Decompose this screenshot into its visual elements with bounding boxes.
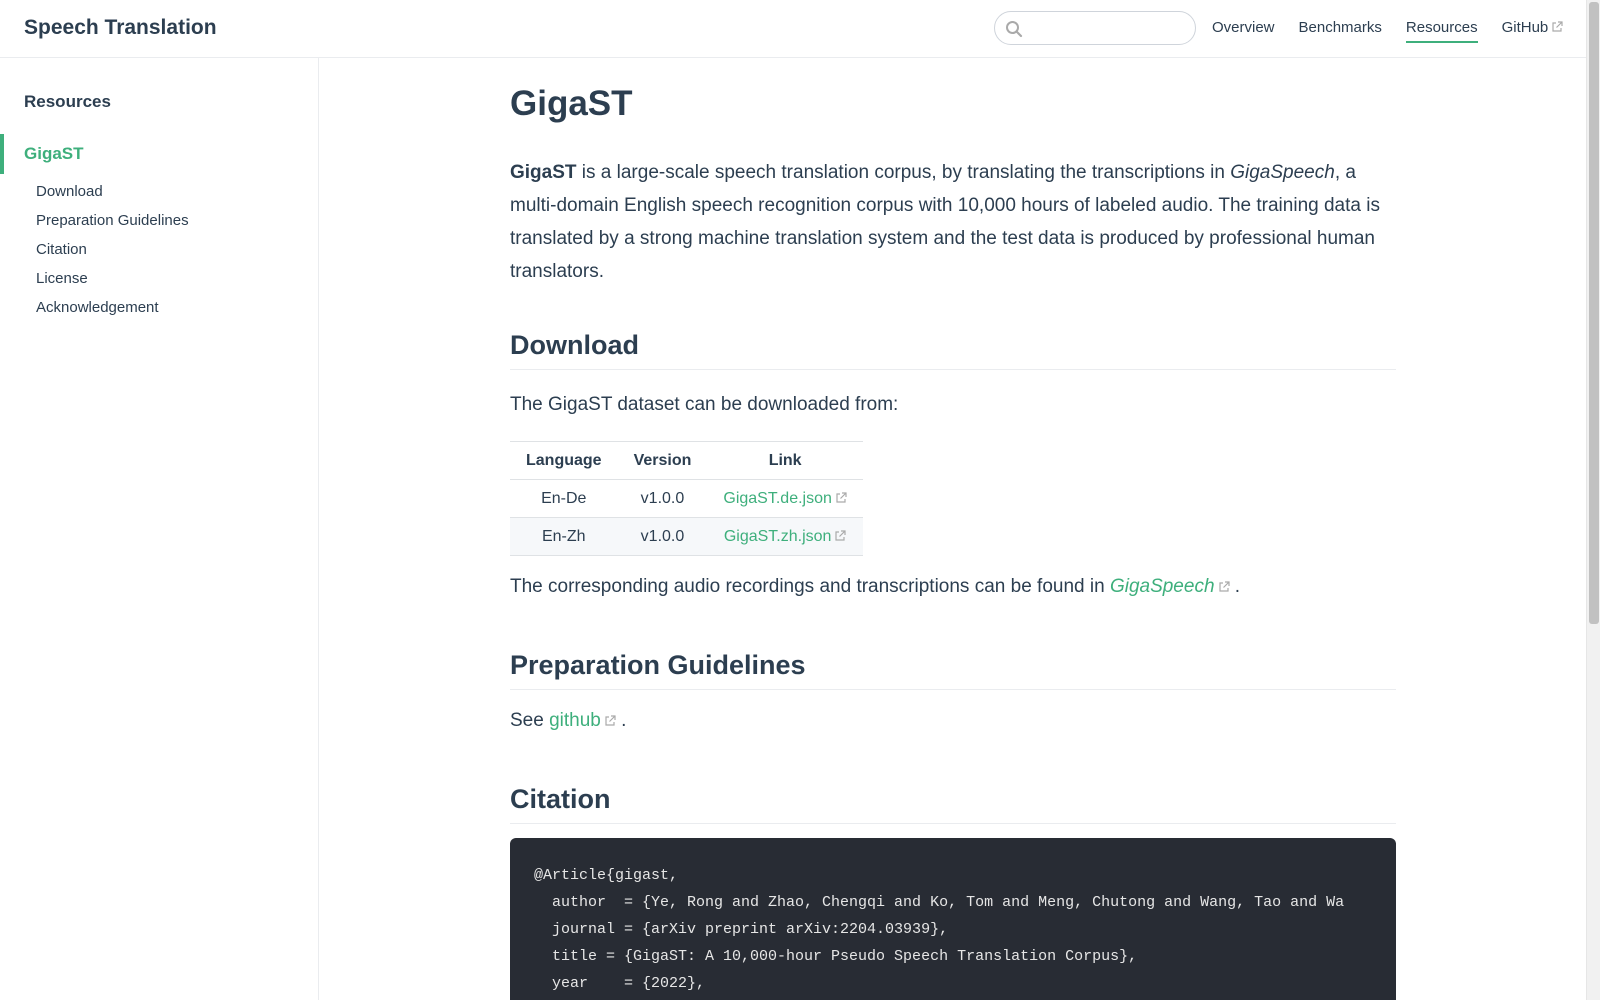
nav-benchmarks[interactable]: Benchmarks: [1299, 19, 1382, 43]
page-title: GigaST: [510, 84, 633, 123]
sidebar-heading[interactable]: Resources: [24, 92, 111, 112]
site-name-link[interactable]: Speech Translation: [24, 16, 217, 40]
sidebar-link-citation[interactable]: Citation: [36, 241, 189, 270]
audio-recordings-paragraph: The corresponding audio recordings and t…: [510, 576, 1240, 598]
table-row: En-De v1.0.0 GigaST.de.json: [510, 479, 863, 518]
cell-version: v1.0.0: [617, 479, 708, 518]
search-icon: [1006, 21, 1023, 38]
download-heading: Download: [510, 330, 1396, 370]
audio-text-prefix: The corresponding audio recordings and t…: [510, 576, 1110, 597]
cell-language: En-De: [510, 479, 618, 518]
table-header-row: Language Version Link: [510, 441, 863, 480]
sidebar-item-gigast[interactable]: GigaST: [0, 134, 318, 174]
citation-code-block[interactable]: @Article{gigast, author = {Ye, Rong and …: [510, 838, 1396, 1000]
scrollbar-thumb[interactable]: [1589, 2, 1599, 624]
intro-paragraph: GigaST is a large-scale speech translati…: [510, 156, 1396, 288]
nav-github[interactable]: GitHub: [1502, 19, 1564, 43]
table-header-link: Link: [707, 441, 863, 480]
code-line: journal = {arXiv preprint arXiv:2204.039…: [534, 921, 949, 938]
download-table: Language Version Link En-De v1.0.0 GigaS…: [510, 441, 863, 556]
cell-language: En-Zh: [510, 517, 618, 556]
preparation-paragraph: See github .: [510, 710, 626, 732]
top-navbar: Speech Translation Overview Benchmarks R…: [0, 0, 1586, 58]
external-link-icon: [835, 529, 847, 541]
sidebar-link-preparation-guidelines[interactable]: Preparation Guidelines: [36, 212, 189, 241]
code-line: year = {2022},: [534, 975, 706, 992]
gigaspeech-link[interactable]: GigaSpeech: [1110, 576, 1230, 597]
audio-text-suffix: .: [1229, 576, 1241, 597]
nav-github-label: GitHub: [1501, 19, 1549, 36]
download-link-de-label: GigaST.de.json: [723, 489, 832, 507]
intro-italic: GigaSpeech: [1230, 162, 1335, 183]
code-line: author = {Ye, Rong and Zhao, Chengqi and…: [534, 894, 1345, 911]
external-link-icon: [1552, 21, 1563, 32]
github-link-label: github: [549, 710, 601, 731]
search-input[interactable]: [1029, 18, 1179, 38]
cell-version: v1.0.0: [617, 517, 708, 556]
preparation-guidelines-heading: Preparation Guidelines: [510, 650, 1396, 690]
prep-text-prefix: See: [510, 710, 550, 731]
table-header-language: Language: [510, 441, 618, 480]
intro-text-1: is a large-scale speech translation corp…: [576, 162, 1231, 183]
sidebar-sub-list: Download Preparation Guidelines Citation…: [36, 183, 189, 328]
cell-link: GigaST.zh.json: [707, 517, 863, 556]
gigaspeech-link-label: GigaSpeech: [1109, 576, 1215, 597]
external-link-icon: [605, 715, 616, 726]
nav-links: Overview Benchmarks Resources GitHub: [1212, 19, 1587, 43]
code-line: title = {GigaST: A 10,000-hour Pseudo Sp…: [534, 948, 1138, 965]
download-link-zh[interactable]: GigaST.zh.json: [724, 528, 847, 545]
table-row: En-Zh v1.0.0 GigaST.zh.json: [510, 517, 863, 556]
sidebar-link-acknowledgement[interactable]: Acknowledgement: [36, 299, 189, 328]
cell-link: GigaST.de.json: [707, 479, 863, 518]
nav-resources[interactable]: Resources: [1405, 19, 1478, 43]
sidebar-link-download[interactable]: Download: [36, 183, 189, 212]
prep-text-suffix: .: [615, 710, 627, 731]
nav-overview[interactable]: Overview: [1212, 19, 1275, 43]
download-link-zh-label: GigaST.zh.json: [723, 527, 832, 545]
sidebar: Resources GigaST Download Preparation Gu…: [0, 58, 319, 1000]
sidebar-item-label: GigaST: [24, 144, 84, 163]
download-link-de[interactable]: GigaST.de.json: [723, 490, 847, 507]
intro-bold: GigaST: [510, 162, 577, 183]
citation-heading: Citation: [510, 784, 1396, 824]
sidebar-link-license[interactable]: License: [36, 270, 189, 299]
page-scrollbar[interactable]: [1586, 0, 1600, 1000]
table-header-version: Version: [617, 441, 708, 480]
github-link[interactable]: github: [549, 710, 616, 731]
download-lead: The GigaST dataset can be downloaded fro…: [510, 394, 899, 415]
code-line: @Article{gigast,: [534, 867, 679, 884]
external-link-icon: [1218, 581, 1230, 592]
external-link-icon: [836, 491, 847, 503]
search-box[interactable]: [994, 11, 1196, 45]
